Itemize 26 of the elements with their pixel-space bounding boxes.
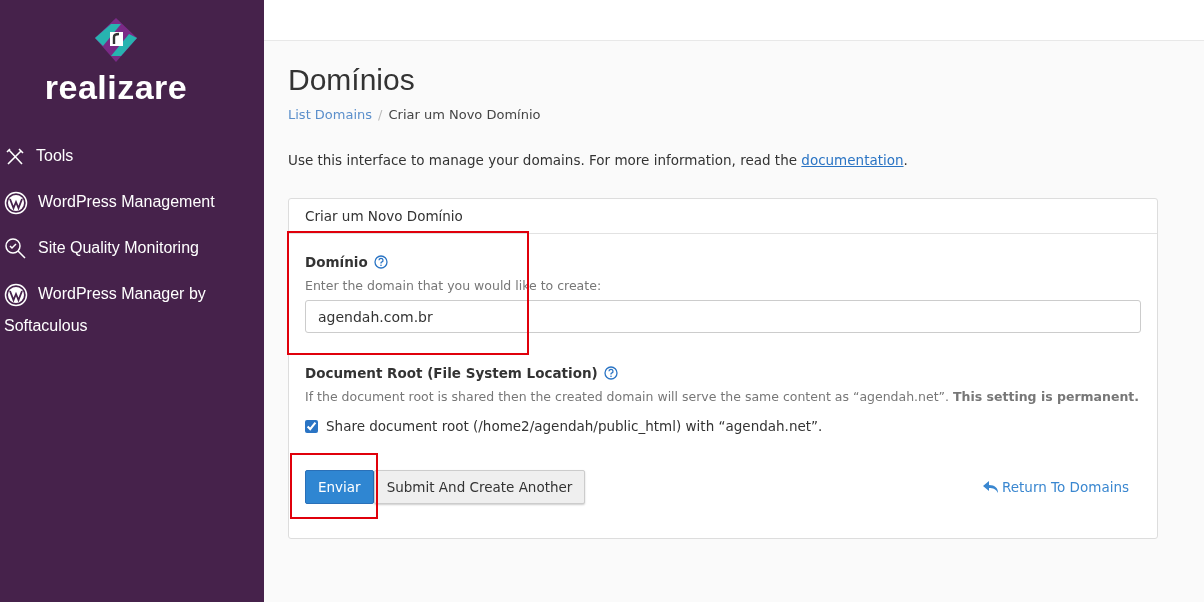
wordpress-icon — [4, 190, 28, 215]
wordpress-icon — [4, 282, 28, 307]
checkbox-label: Share document root (/home2/agendah/public_html) with “agendah.net”. — [326, 418, 823, 434]
sidebar-item[interactable]: WordPress Manager by Softaculous — [4, 278, 264, 342]
field-label: Document Root (File System Location) — [305, 365, 598, 381]
page-title: Domínios — [288, 63, 416, 97]
return-link[interactable]: Return To Domains — [983, 479, 1129, 495]
sidebar-item[interactable]: Tools — [4, 140, 264, 172]
reply-arrow-icon — [983, 480, 998, 494]
sidebar-item[interactable]: Site Quality Monitoring — [4, 232, 264, 264]
current-page-label: Criar um Novo Domínio — [388, 107, 541, 122]
logo-text: realizare — [44, 70, 188, 104]
submit-another-button[interactable]: Submit And Create Another — [373, 470, 586, 504]
sidebar-item[interactable]: WordPress Management — [4, 186, 264, 218]
field-label: Domínio — [305, 254, 368, 270]
magnifier-check-icon — [4, 236, 28, 261]
submit-button[interactable]: Enviar — [305, 470, 374, 504]
documentation-link[interactable]: documentation — [801, 152, 904, 168]
help-icon[interactable] — [603, 366, 618, 380]
domain-input[interactable]: agendah.com.br — [305, 300, 1141, 333]
field-hint: If the document root is shared then the created domain will serve the same content as “agendah.net”. This setting is permanent. — [305, 389, 1140, 404]
breadcrumb-separator: / — [378, 107, 383, 122]
help-icon[interactable] — [373, 255, 388, 269]
intro-text: Use this interface to manage your domains. For more information, read the documentation. — [288, 152, 909, 168]
card-title: Criar um Novo Domínio — [289, 199, 1157, 234]
share-checkbox[interactable] — [305, 419, 318, 433]
